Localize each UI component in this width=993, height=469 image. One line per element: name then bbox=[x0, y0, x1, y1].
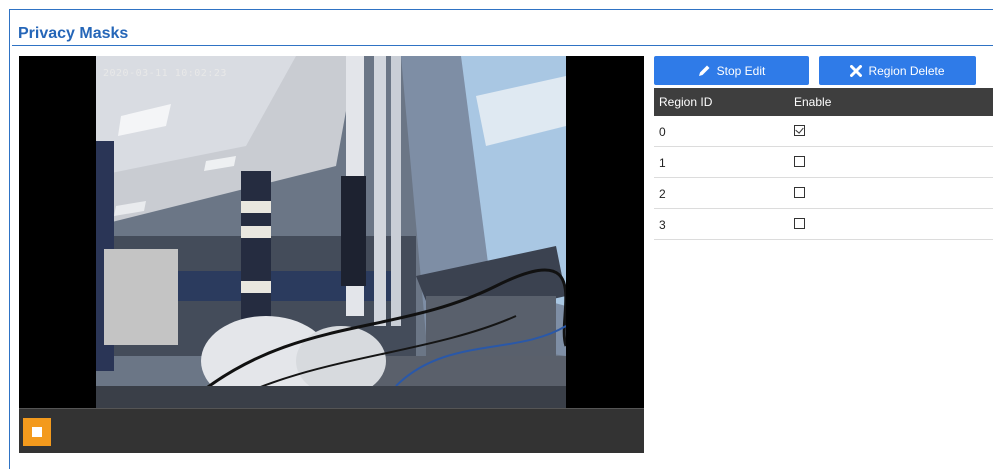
table-header: Region ID Enable bbox=[654, 88, 993, 116]
stop-icon[interactable] bbox=[23, 418, 51, 446]
region-delete-label: Region Delete bbox=[868, 63, 945, 78]
stop-edit-label: Stop Edit bbox=[716, 63, 766, 78]
table-row: 2 bbox=[654, 178, 993, 209]
region-table: Region ID Enable 0 1 2 3 bbox=[654, 88, 993, 240]
region-id-cell: 0 bbox=[659, 125, 666, 139]
region-delete-button[interactable]: Region Delete bbox=[819, 56, 976, 85]
title-divider bbox=[12, 45, 993, 46]
privacy-mask-region[interactable] bbox=[104, 249, 178, 345]
column-header-region-id: Region ID bbox=[659, 95, 713, 109]
player-control-bar bbox=[19, 408, 644, 453]
enable-checkbox[interactable] bbox=[794, 187, 805, 198]
close-x-icon bbox=[850, 64, 863, 77]
page-title: Privacy Masks bbox=[18, 25, 129, 42]
region-id-cell: 1 bbox=[659, 156, 666, 170]
enable-checkbox[interactable] bbox=[794, 125, 805, 136]
camera-image bbox=[96, 56, 566, 408]
table-row: 3 bbox=[654, 209, 993, 240]
stop-edit-button[interactable]: Stop Edit bbox=[654, 56, 809, 85]
pencil-icon bbox=[698, 64, 711, 77]
video-frame[interactable] bbox=[96, 56, 566, 408]
video-timestamp: 2020-03-11 10:02:23 bbox=[103, 68, 227, 79]
table-row: 1 bbox=[654, 147, 993, 178]
region-id-cell: 2 bbox=[659, 187, 666, 201]
table-row: 0 bbox=[654, 116, 993, 147]
region-id-cell: 3 bbox=[659, 218, 666, 232]
column-header-enable: Enable bbox=[794, 95, 832, 109]
enable-checkbox[interactable] bbox=[794, 218, 805, 229]
enable-checkbox[interactable] bbox=[794, 156, 805, 167]
